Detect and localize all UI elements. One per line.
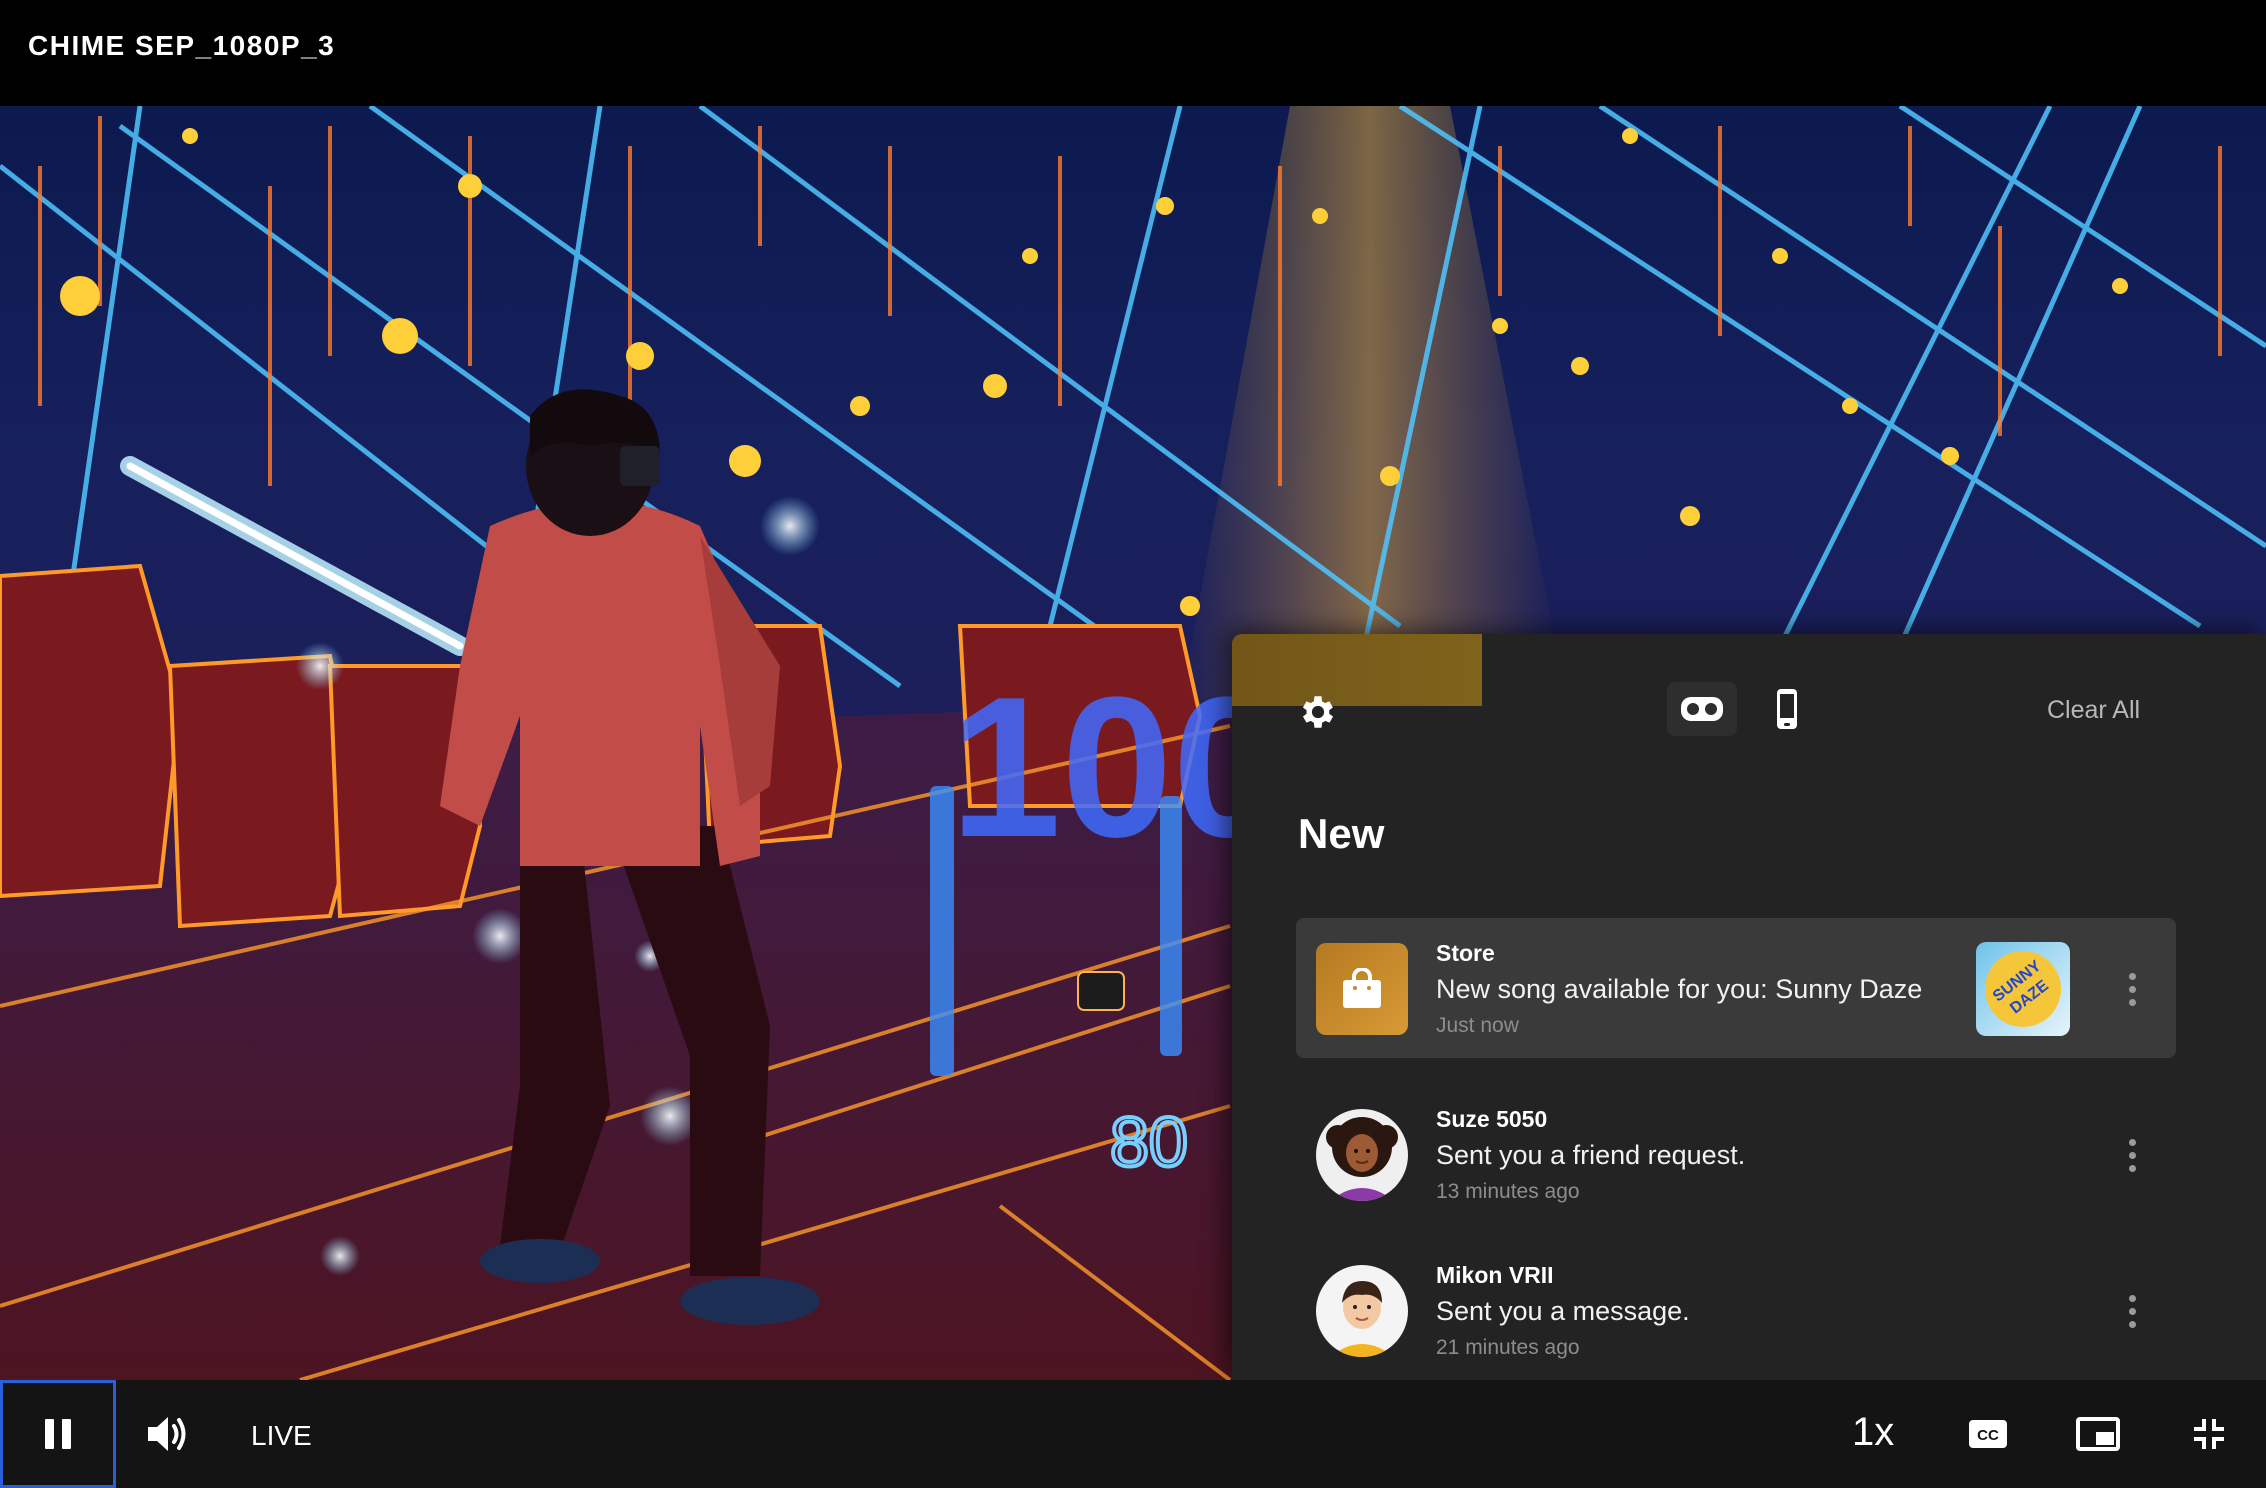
notification-message: Sent you a friend request. (1436, 1140, 1746, 1170)
playback-speed-button[interactable]: 1x (1852, 1410, 1894, 1455)
notification-message: Sent you a message. (1436, 1296, 1690, 1326)
avatar (1316, 1265, 1408, 1357)
exit-fullscreen-button[interactable] (2182, 1380, 2236, 1488)
settings-tab-highlight (1232, 634, 1482, 706)
more-dot (2128, 1307, 2136, 1315)
more-options-button[interactable] (2114, 964, 2150, 1014)
vr-headset-icon (1681, 697, 1723, 721)
notification-time: Just now (1436, 1014, 1519, 1037)
pause-button[interactable] (0, 1380, 116, 1488)
vr-tab-button[interactable] (1667, 682, 1737, 736)
song-thumbnail: SUNNY DAZE (1976, 942, 2070, 1036)
phone-icon (1777, 689, 1797, 729)
closed-captions-button[interactable]: CC (1960, 1380, 2016, 1488)
more-dot (2128, 1138, 2136, 1146)
more-options-button[interactable] (2114, 1286, 2150, 1336)
more-dot (2128, 1294, 2136, 1302)
video-title: CHIME SEP_1080P_3 (28, 30, 336, 61)
gear-icon (1302, 696, 1334, 728)
store-app-icon (1316, 943, 1408, 1035)
notifications-panel: Clear All New Store New song available f… (1232, 634, 2266, 1380)
title-bar: CHIME SEP_1080P_3 (0, 0, 2266, 106)
section-title-new: New (1298, 810, 1385, 857)
more-dot (2128, 985, 2136, 993)
clear-all-button[interactable]: Clear All (2047, 696, 2140, 725)
notification-source: Store (1436, 940, 1495, 966)
notification-item-message[interactable]: Mikon VRII Sent you a message. 21 minute… (1296, 1240, 2176, 1380)
exit-fullscreen-icon (2194, 1419, 2224, 1449)
live-indicator: LIVE (251, 1420, 312, 1451)
svg-text:CC: CC (1977, 1427, 1999, 1444)
volume-icon (148, 1417, 186, 1451)
notification-item-store[interactable]: Store New song available for you: Sunny … (1296, 918, 2176, 1058)
more-dot (2128, 1320, 2136, 1328)
notification-message: New song available for you: Sunny Daze (1436, 974, 1923, 1004)
notification-item-friend-request[interactable]: Suze 5050 Sent you a friend request. 13 … (1296, 1084, 2176, 1224)
more-options-button[interactable] (2114, 1130, 2150, 1180)
closed-captions-icon: CC (1969, 1420, 2007, 1448)
more-dot (2128, 1164, 2136, 1172)
scene-number-80: 80 (1110, 1103, 1188, 1181)
avatar (1316, 1109, 1408, 1201)
more-dot (2128, 998, 2136, 1006)
avatar-mikon (1316, 1265, 1408, 1357)
player-control-bar: LIVE 1x CC (0, 1380, 2266, 1488)
phone-tab-button[interactable] (1762, 682, 1812, 736)
picture-in-picture-button[interactable] (2070, 1380, 2126, 1488)
notification-source: Mikon VRII (1436, 1262, 1554, 1288)
shopping-bag-icon (1343, 968, 1381, 1008)
volume-button[interactable] (136, 1380, 200, 1488)
notification-time: 21 minutes ago (1436, 1336, 1580, 1359)
settings-button[interactable] (1294, 688, 1342, 736)
sunny-daze-artwork: SUNNY DAZE (1985, 951, 2061, 1027)
more-dot (2128, 972, 2136, 980)
notification-time: 13 minutes ago (1436, 1180, 1580, 1203)
notification-source: Suze 5050 (1436, 1106, 1548, 1132)
avatar-suze (1316, 1109, 1408, 1201)
more-dot (2128, 1151, 2136, 1159)
picture-in-picture-icon (2076, 1417, 2120, 1451)
video-player: CHIME SEP_1080P_3 100 80 Clear All New S… (0, 0, 2266, 1488)
pause-icon (45, 1419, 71, 1449)
